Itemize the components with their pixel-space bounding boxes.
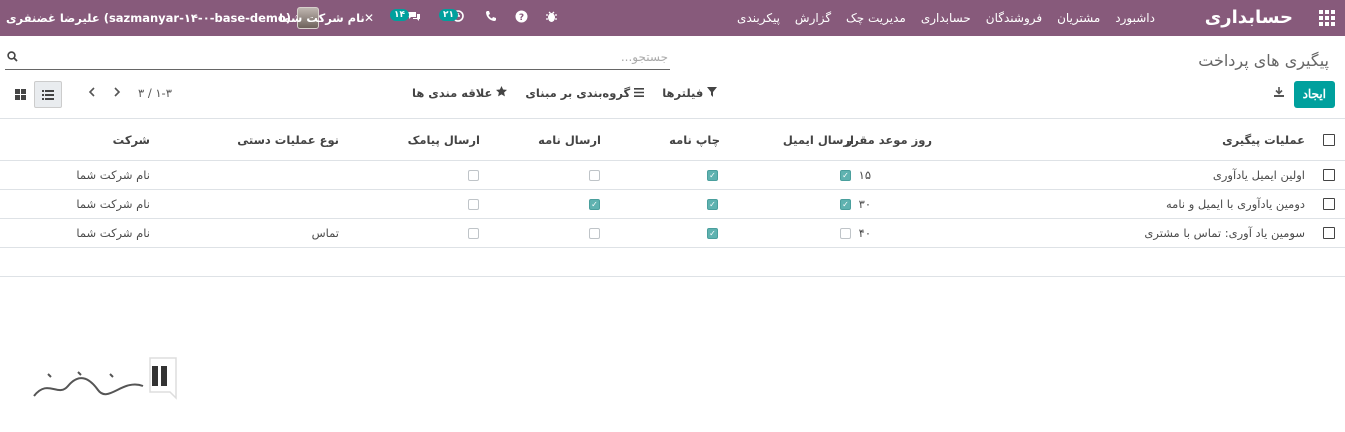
print-letter-checkbox: ✓ [707,190,718,218]
svg-text:?: ? [519,13,524,23]
menu-item-vendors[interactable]: فروشندگان [986,11,1042,25]
menu-item-dashboard[interactable]: داشبورد [1115,11,1155,25]
row-name: سومین یاد آوری: تماس با مشتری [1144,226,1305,240]
column-header-company[interactable]: شرکت [113,119,150,160]
row-checkbox[interactable] [1323,161,1335,189]
search-bar [5,47,670,70]
send-sms-checkbox [468,219,479,247]
send-email-checkbox: ✓ [840,190,851,218]
top-navbar: حسابداری داشبورد مشتریان فروشندگان حسابد… [0,0,1345,36]
row-checkbox[interactable] [1323,219,1335,247]
menu-item-check-management[interactable]: مدیریت چک [846,11,906,25]
table-row[interactable]: دومین یادآوری با ایمیل و نامه ۳۰ ✓ ✓ ✓ ن… [0,189,1345,218]
app-title[interactable]: حسابداری [1205,7,1293,28]
apps-menu-icon[interactable] [1319,10,1335,26]
empty-row [0,247,1345,276]
menu-item-reporting[interactable]: گزارش [795,11,831,25]
row-company: نام شرکت شما [76,226,150,240]
column-header-send-letter[interactable]: ارسال نامه [538,119,601,160]
table-end-divider [0,276,1345,277]
bars-icon [634,86,645,100]
column-header-send-sms[interactable]: ارسال پیامک [408,119,480,160]
print-letter-checkbox: ✓ [707,219,718,247]
group-by-toggle[interactable]: گروه‌بندی بر مبنای [525,86,645,100]
column-header-name[interactable]: عملیات پیگیری [1222,119,1305,160]
column-header-send-email[interactable]: ارسال ایمیل [783,119,854,160]
debug-bug-icon[interactable] [545,10,558,27]
favorites-toggle[interactable]: علاقه مندی ها [412,86,508,100]
create-button[interactable]: ایجاد [1293,81,1335,108]
activities-badge: ۲۱ [439,9,458,21]
company-switcher[interactable]: نام شرکت شما [279,11,365,25]
filters-toggle[interactable]: فیلترها [662,86,718,100]
column-header-print-letter[interactable]: چاپ نامه [669,119,720,160]
search-input[interactable] [48,50,668,64]
phone-icon[interactable] [485,10,497,26]
send-letter-checkbox [589,219,600,247]
table-row[interactable]: سومین یاد آوری: تماس با مشتری ۴۰ ✓ تماس … [0,218,1345,247]
select-all-checkbox[interactable] [1323,119,1335,160]
user-menu[interactable]: علیرضا غضنفری (sazmanyar-۱۴-۰-base-demo) [6,6,320,30]
row-manual-type: تماس [311,226,339,240]
main-menu: داشبورد مشتریان فروشندگان حسابداری مدیری… [737,0,1155,36]
watermark-logo [33,357,177,400]
row-due-days: ۴۰ [858,226,871,240]
send-email-checkbox: ✓ [840,161,851,189]
send-letter-checkbox [589,161,600,189]
filter-icon [707,86,718,100]
tools-icon[interactable]: ✕ [364,10,374,26]
pager-previous-icon[interactable] [110,87,124,101]
star-icon [496,86,508,100]
row-name: اولین ایمیل یادآوری [1212,168,1305,182]
row-due-days: ۳۰ [858,197,871,211]
row-due-days: ۱۵ [858,168,871,182]
send-sms-checkbox [468,161,479,189]
chat-icon[interactable] [407,10,421,26]
menu-item-accounting[interactable]: حسابداری [921,11,971,25]
pager-value[interactable]: ۱-۳ / ۳ [138,86,172,100]
search-icon[interactable] [7,51,18,65]
column-header-due-days[interactable]: روز موعد مقرر [846,119,932,160]
send-sms-checkbox [468,190,479,218]
row-name: دومین یادآوری با ایمیل و نامه [1166,197,1305,211]
table-header: عملیات پیگیری روز موعد مقرر ارسال ایمیل … [0,118,1345,160]
breadcrumb: پیگیری های پرداخت [1198,51,1329,70]
search-options: فیلترها گروه‌بندی بر مبنای علاقه مندی ها [412,86,718,100]
list-view-icon[interactable] [34,81,62,108]
menu-item-customers[interactable]: مشتریان [1057,11,1100,25]
send-letter-checkbox: ✓ [589,190,600,218]
user-name: علیرضا غضنفری (sazmanyar-۱۴-۰-base-demo) [6,11,292,25]
row-company: نام شرکت شما [76,197,150,211]
row-checkbox[interactable] [1323,190,1335,218]
send-email-checkbox [840,219,851,247]
table-row[interactable]: اولین ایمیل یادآوری ۱۵ ✓ ✓ نام شرکت شما [0,160,1345,189]
download-icon[interactable] [1273,86,1285,102]
messages-badge: ۱۴ [390,9,409,21]
help-icon[interactable]: ? [515,10,528,27]
column-header-manual-action-type[interactable]: نوع عملیات دستی [237,119,339,160]
print-letter-checkbox: ✓ [707,161,718,189]
menu-item-configuration[interactable]: پیکربندی [737,11,780,25]
pager-next-icon[interactable] [85,87,99,101]
kanban-view-icon[interactable] [6,81,34,108]
row-company: نام شرکت شما [76,168,150,182]
